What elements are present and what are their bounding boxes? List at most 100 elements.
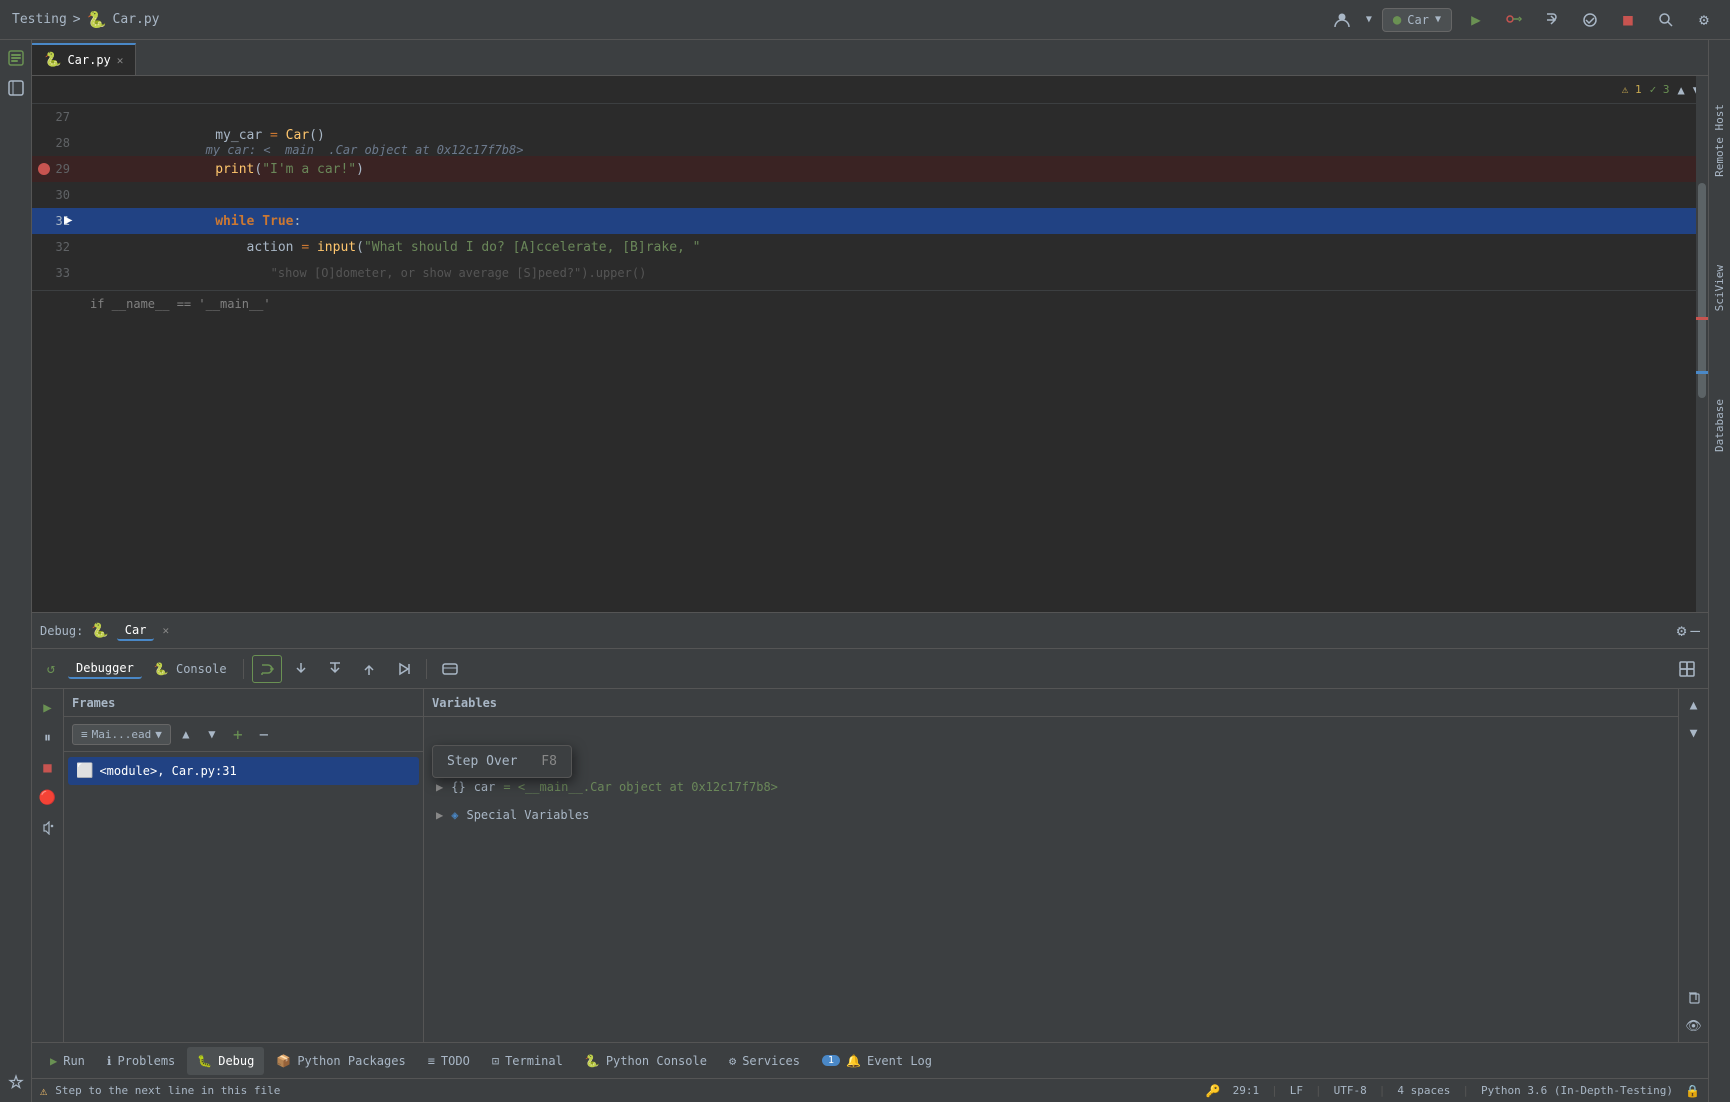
- var-name-car: car: [474, 780, 496, 794]
- services-tab-label: Services: [742, 1054, 800, 1068]
- eye-btn[interactable]: 👁: [1682, 1014, 1706, 1038]
- run-button[interactable]: ▶: [1462, 6, 1490, 34]
- var-name-special: Special Variables: [466, 808, 589, 822]
- tab-close-icon[interactable]: ✕: [117, 54, 124, 67]
- frame-up-btn[interactable]: ▲: [175, 723, 197, 745]
- settings-button[interactable]: ⚙: [1690, 6, 1718, 34]
- debug-header: Debug: 🐍 Car ✕ ⚙ —: [32, 613, 1708, 649]
- debug-tab-car[interactable]: Car: [117, 621, 155, 641]
- debug-controls: ▶ ⏸ ■ 🔴: [32, 689, 64, 1042]
- tab-car-py[interactable]: 🐍 Car.py ✕: [32, 43, 136, 75]
- debug-tab-bottom-icon: 🐛: [197, 1054, 212, 1068]
- watch-btn[interactable]: [435, 655, 465, 683]
- status-line-ending[interactable]: LF: [1290, 1084, 1303, 1097]
- stop-button[interactable]: ■: [1614, 6, 1642, 34]
- sidebar-project-icon[interactable]: [2, 44, 30, 72]
- console-tab[interactable]: 🐍 Console: [146, 660, 235, 678]
- var-item-car[interactable]: ▶ {} car = <__main__.Car object at 0x12c…: [432, 773, 1670, 801]
- var-icon-special: ◈: [451, 808, 458, 822]
- bottom-tab-packages[interactable]: 📦 Python Packages: [266, 1047, 415, 1075]
- frame-label: <module>, Car.py:31: [99, 764, 236, 778]
- console-tab-icon: 🐍: [154, 662, 169, 676]
- sidebar-favorites-icon[interactable]: [2, 1068, 30, 1096]
- terminal-tab-icon: ⊡: [492, 1054, 499, 1068]
- tooltip-label: Step Over: [447, 754, 517, 769]
- scroll-up-btn[interactable]: ▲: [1682, 693, 1706, 717]
- profile-dropdown-icon[interactable]: ▼: [1366, 14, 1372, 25]
- status-position[interactable]: 29:1: [1233, 1084, 1260, 1097]
- coverage-button[interactable]: [1576, 6, 1604, 34]
- run-config-icon: ●: [1393, 12, 1401, 28]
- debug-tab-close-icon[interactable]: ✕: [162, 624, 169, 637]
- bottom-tab-terminal[interactable]: ⊡ Terminal: [482, 1047, 573, 1075]
- bottom-tab-event-log[interactable]: 1 🔔 Event Log: [812, 1047, 942, 1075]
- run-to-cursor-btn[interactable]: [388, 655, 418, 683]
- stop-debug-btn[interactable]: ■: [35, 755, 61, 781]
- step-out-btn[interactable]: [354, 655, 384, 683]
- code-editor[interactable]: ⚠ 1 ✓ 3 ▲ ▼ 27 28 my_car = Car() my_: [32, 76, 1708, 612]
- search-button[interactable]: [1652, 6, 1680, 34]
- frame-down-btn[interactable]: ▼: [201, 723, 223, 745]
- remove-frame-btn[interactable]: −: [253, 723, 275, 745]
- nav-up-icon[interactable]: ▲: [1678, 83, 1685, 97]
- pause-btn[interactable]: ⏸: [35, 725, 61, 751]
- step-into-btn[interactable]: [286, 655, 316, 683]
- run-config[interactable]: ● Car ▼: [1382, 8, 1452, 32]
- right-label-database[interactable]: Database: [1711, 395, 1728, 456]
- debug-refresh-btn[interactable]: ↺: [38, 656, 64, 682]
- frame-icon: ⬜: [76, 763, 93, 779]
- layout-btn[interactable]: [1672, 655, 1702, 683]
- code-line-29: 29 print("I'm a car!"): [32, 156, 1708, 182]
- run-config-label: Car: [1407, 13, 1429, 27]
- event-log-label: Event Log: [867, 1054, 932, 1068]
- bottom-tab-run[interactable]: ▶ Run: [40, 1047, 95, 1075]
- bottom-tab-problems[interactable]: ℹ Problems: [97, 1047, 185, 1075]
- copy-btn[interactable]: [1682, 986, 1706, 1010]
- frame-item-module[interactable]: ⬜ <module>, Car.py:31: [68, 757, 419, 785]
- debug-minimize-icon[interactable]: —: [1690, 621, 1700, 640]
- project-name[interactable]: Testing: [12, 12, 67, 27]
- scroll-down-btn[interactable]: ▼: [1682, 721, 1706, 745]
- step-over-toolbar-btn[interactable]: [252, 655, 282, 683]
- status-message: Step to the next line in this file: [55, 1084, 280, 1097]
- thread-arrow: ▼: [155, 728, 162, 741]
- resume-btn[interactable]: ▶: [35, 695, 61, 721]
- thread-label: Mai...ead: [92, 728, 152, 741]
- mute-btn[interactable]: [35, 815, 61, 841]
- step-over-button[interactable]: [1538, 6, 1566, 34]
- python-console-tab-icon: 🐍: [585, 1054, 600, 1068]
- right-label-remote-host[interactable]: Remote Host: [1711, 100, 1728, 181]
- status-warning-icon: ⚠: [40, 1084, 47, 1098]
- bottom-tab-services[interactable]: ⚙ Services: [719, 1047, 810, 1075]
- bottom-tab-debug[interactable]: 🐛 Debug: [187, 1047, 264, 1075]
- right-label-sciview[interactable]: SciView: [1711, 261, 1728, 315]
- scrollbar-marker-blue: [1696, 371, 1708, 374]
- problems-tab-icon: ℹ: [107, 1054, 112, 1068]
- line-content-33: "show [O]dometer, or show average [S]pee…: [82, 251, 1708, 296]
- variables-label: Variables: [432, 696, 497, 710]
- add-frame-btn[interactable]: +: [227, 723, 249, 745]
- debugger-tab[interactable]: Debugger: [68, 659, 142, 679]
- profile-button[interactable]: [1328, 6, 1356, 34]
- sidebar-structure-icon[interactable]: [2, 74, 30, 102]
- var-item-special[interactable]: ▶ ◈ Special Variables: [432, 801, 1670, 829]
- status-encoding[interactable]: UTF-8: [1334, 1084, 1367, 1097]
- rerun-btn[interactable]: 🔴: [35, 785, 61, 811]
- bottom-tab-todo[interactable]: ≡ TODO: [418, 1047, 480, 1075]
- file-name[interactable]: Car.py: [113, 12, 160, 27]
- titlebar-actions: ▼ ● Car ▼ ▶ ■ ⚙: [1328, 6, 1718, 34]
- thread-select[interactable]: ≡ Mai...ead ▼: [72, 724, 171, 745]
- debug-panel: Debug: 🐍 Car ✕ ⚙ — ↺ Debugger 🐍 Console: [32, 612, 1708, 1042]
- status-python-version[interactable]: Python 3.6 (In-Depth-Testing): [1481, 1084, 1673, 1097]
- todo-tab-label: TODO: [441, 1054, 470, 1068]
- step-into-method-btn[interactable]: [320, 655, 350, 683]
- services-tab-icon: ⚙: [729, 1054, 736, 1068]
- bottom-tab-python-console[interactable]: 🐍 Python Console: [575, 1047, 717, 1075]
- var-expand-special[interactable]: ▶: [436, 808, 443, 822]
- editor-scrollbar[interactable]: [1696, 76, 1708, 612]
- status-indent[interactable]: 4 spaces: [1397, 1084, 1450, 1097]
- variables-list: ▶ {} car = <__main__.Car object at 0x12c…: [424, 767, 1678, 835]
- debug-run-button[interactable]: [1500, 6, 1528, 34]
- var-expand-car[interactable]: ▶: [436, 780, 443, 794]
- debug-settings-icon[interactable]: ⚙: [1677, 621, 1687, 640]
